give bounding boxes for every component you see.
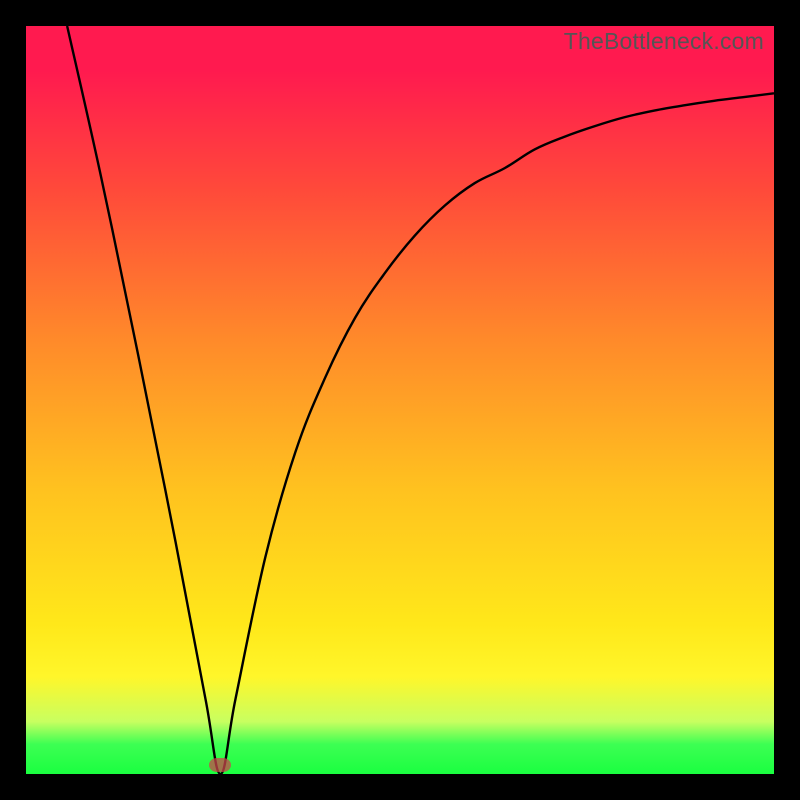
- attribution-text: TheBottleneck.com: [564, 28, 764, 55]
- chart-frame: TheBottleneck.com: [0, 0, 800, 800]
- curve-svg: [26, 26, 774, 774]
- minimum-marker: [209, 758, 231, 772]
- plot-area: TheBottleneck.com: [26, 26, 774, 774]
- curve-path: [67, 26, 774, 774]
